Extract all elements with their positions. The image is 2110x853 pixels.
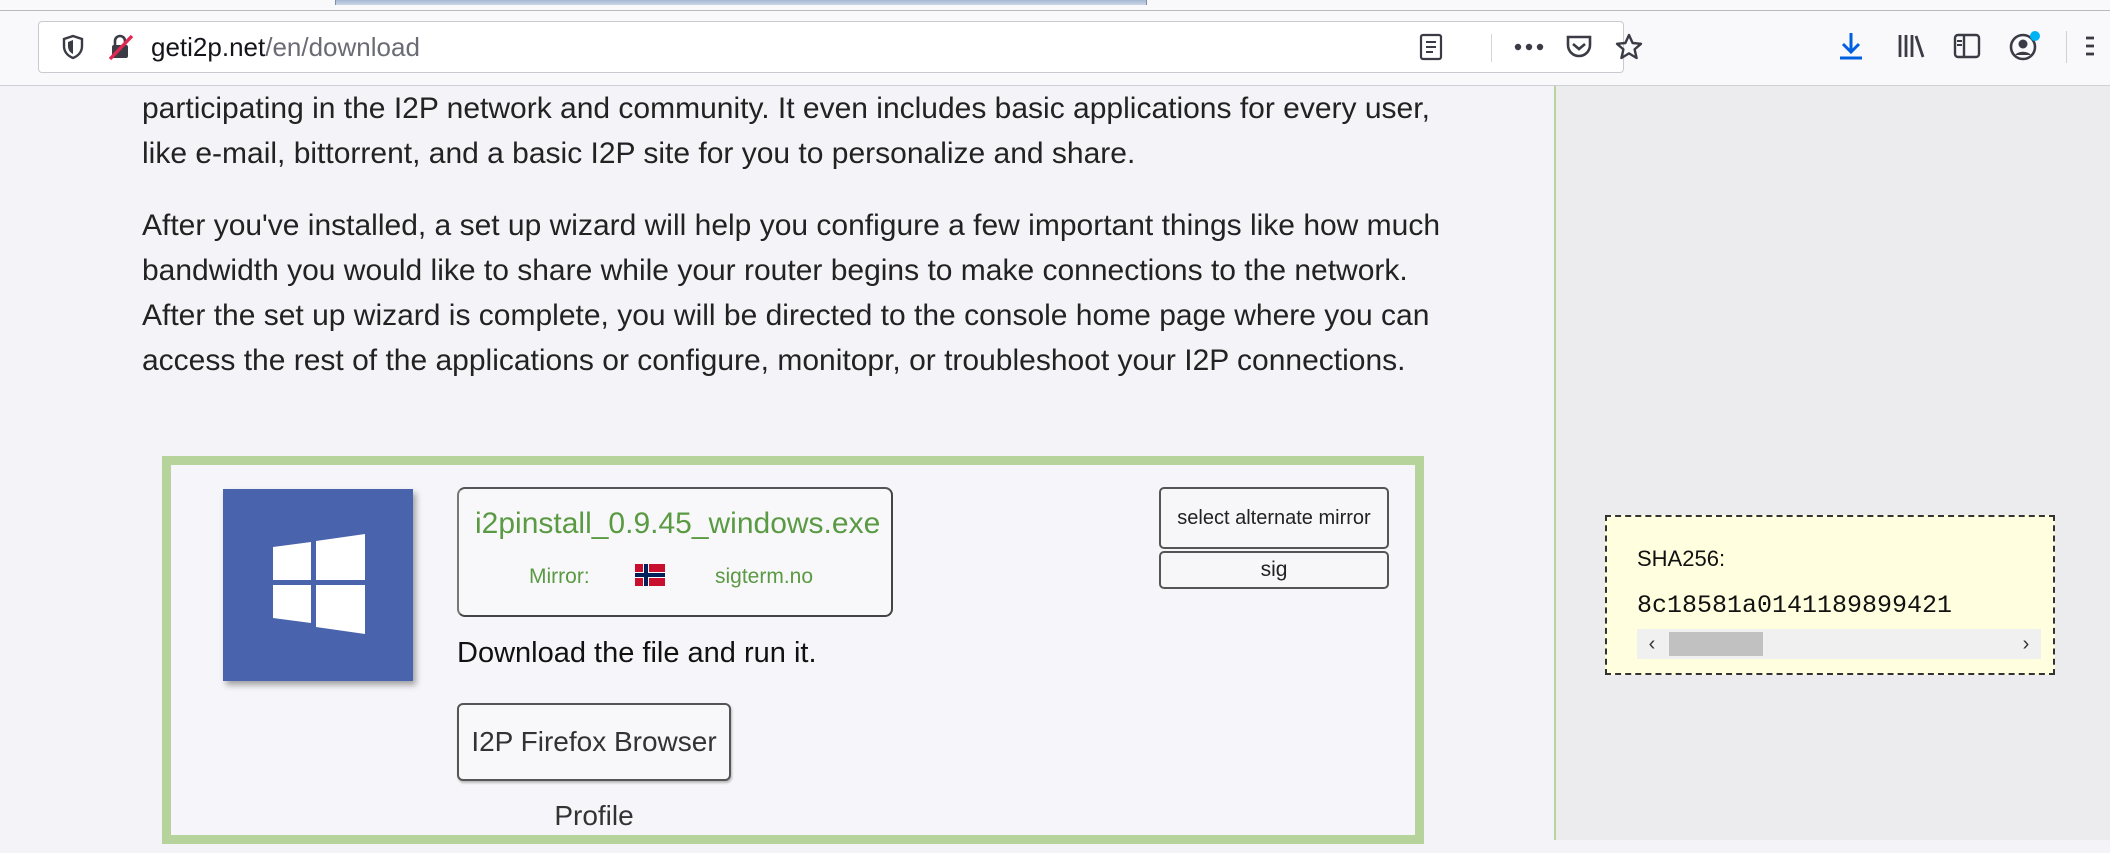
windows-download-box: i2pinstall_0.9.45_windows.exe Mirror: si… <box>162 456 1424 844</box>
scrollbar-thumb[interactable] <box>1669 632 1763 656</box>
hamburger-menu-icon[interactable] <box>2074 21 2110 71</box>
url-text[interactable]: geti2p.net/en/download <box>151 22 420 72</box>
page-actions-ellipsis-icon[interactable] <box>1507 22 1551 72</box>
tracking-protection-shield-icon[interactable] <box>53 22 93 72</box>
signature-button[interactable]: sig <box>1159 551 1389 589</box>
tab-strip <box>0 0 2110 11</box>
account-icon[interactable] <box>2000 21 2050 71</box>
scroll-right-icon[interactable]: › <box>2011 629 2041 659</box>
url-path: /en/download <box>265 32 420 62</box>
select-alternate-mirror-button[interactable]: select alternate mirror <box>1159 487 1389 549</box>
url-domain: geti2p.net <box>151 32 266 62</box>
norway-flag-icon <box>635 564 665 586</box>
right-sidebar <box>1554 86 2110 840</box>
bookmark-star-icon[interactable] <box>1607 22 1651 72</box>
sha256-box: SHA256: 8c18581a0141189899421 ‹ › <box>1605 515 2055 675</box>
sha256-value[interactable]: 8c18581a0141189899421 <box>1637 591 2041 620</box>
address-bar[interactable]: geti2p.net/en/download <box>38 21 1643 73</box>
browser-toolbar: geti2p.net/en/download <box>0 11 2110 86</box>
library-icon[interactable] <box>1886 21 1936 71</box>
installer-file-link[interactable]: i2pinstall_0.9.45_windows.exe <box>475 507 880 541</box>
install-wizard-paragraph: After you've installed, a set up wizard … <box>142 209 1441 377</box>
mirror-label: Mirror: <box>529 565 590 588</box>
sha256-label: SHA256: <box>1637 546 1726 571</box>
download-link-card[interactable]: i2pinstall_0.9.45_windows.exe Mirror: si… <box>457 487 893 617</box>
active-tab-edge[interactable] <box>335 0 1147 5</box>
pocket-icon[interactable] <box>1557 22 1601 72</box>
download-instruction: Download the file and run it. <box>457 637 817 669</box>
mirror-host-link[interactable]: sigterm.no <box>715 565 813 589</box>
firefox-profile-button[interactable]: I2P Firefox Browser Profile <box>457 703 731 831</box>
insecure-lock-icon[interactable] <box>101 22 141 72</box>
page-content: participating in the I2P network and com… <box>0 86 1554 844</box>
reader-view-icon[interactable] <box>1409 22 1453 72</box>
sidebar-toggle-icon[interactable] <box>1942 21 1992 71</box>
download-arrow-icon[interactable] <box>1826 21 1876 71</box>
intro-paragraph: participating in the I2P network and com… <box>142 92 1430 170</box>
address-bar-separator <box>1491 34 1492 62</box>
windows-logo-icon <box>223 489 413 681</box>
toolbar-separator <box>2066 31 2067 63</box>
sha256-horizontal-scrollbar[interactable]: ‹ › <box>1637 629 2041 659</box>
scroll-left-icon[interactable]: ‹ <box>1637 629 1667 659</box>
